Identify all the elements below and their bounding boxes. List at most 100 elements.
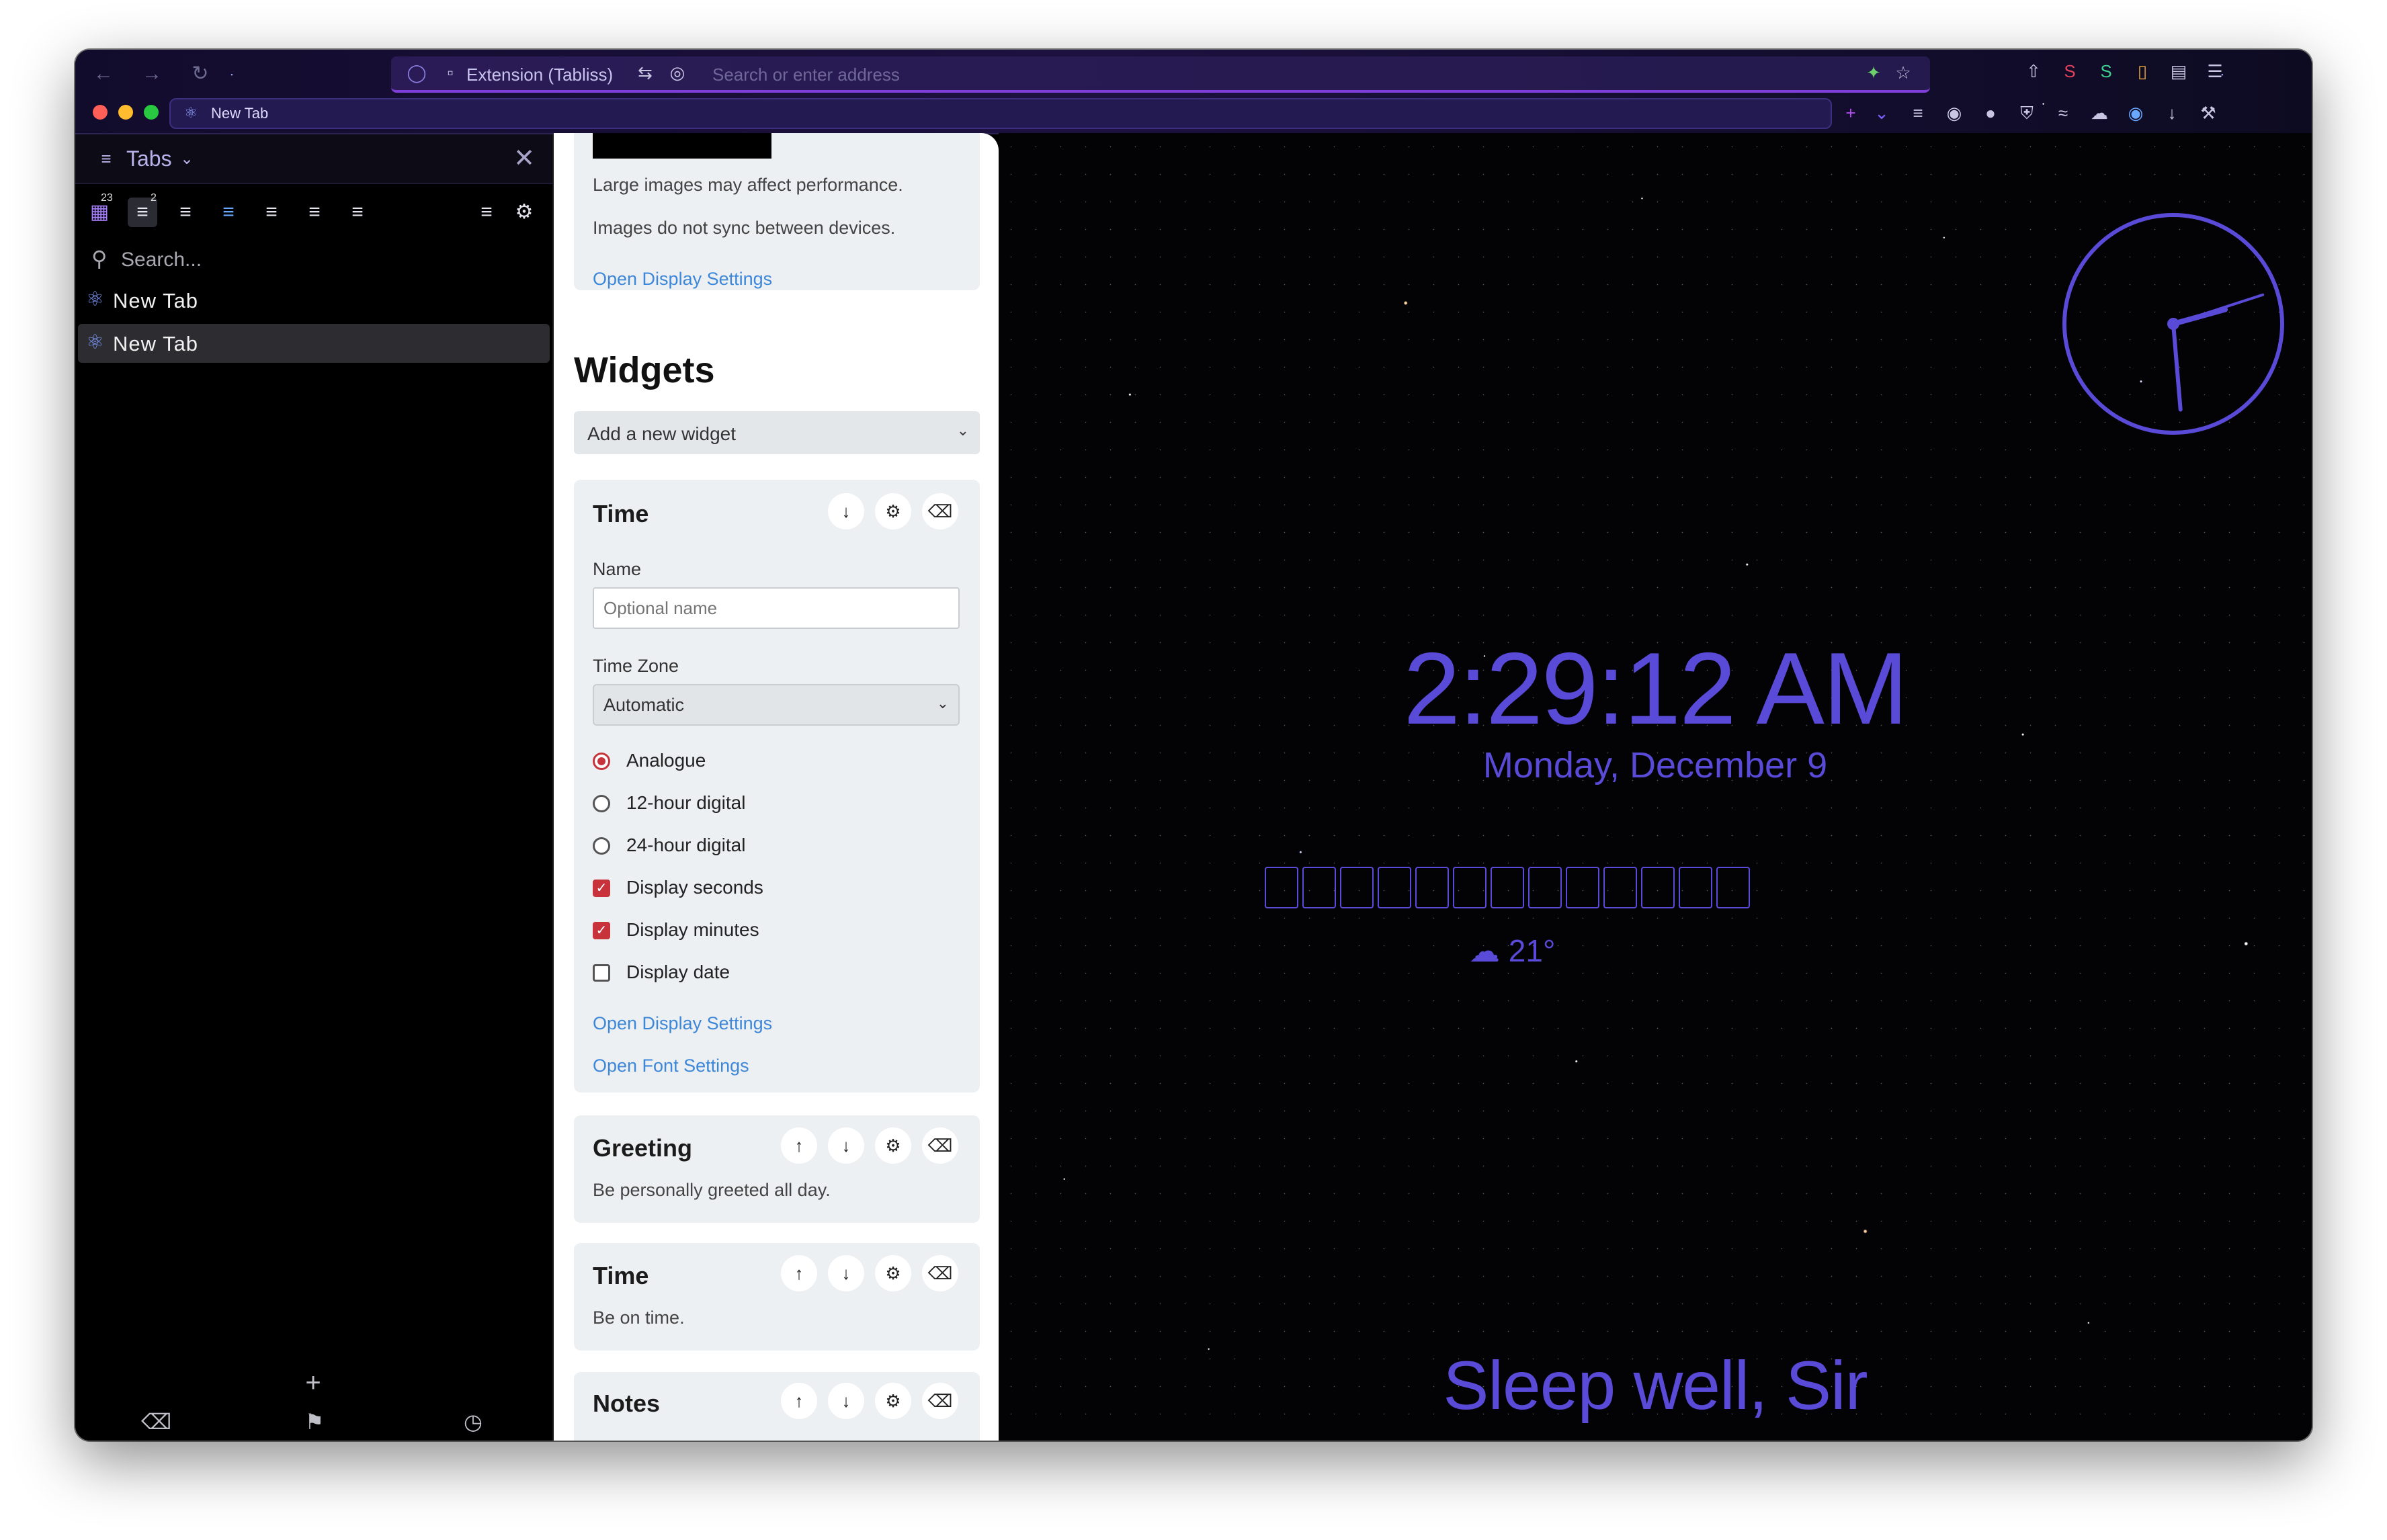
history-clock-icon[interactable]: ◷ [458, 1407, 488, 1437]
bar-chart-icon[interactable]: ▯ [2130, 59, 2154, 83]
clipboard-icon[interactable]: ▤ [2167, 59, 2191, 83]
new-tab-plus-icon[interactable]: + [1839, 101, 1863, 125]
time-zone-label: Time Zone [593, 656, 679, 676]
gear-icon[interactable]: ⚙ [875, 493, 911, 529]
move-up-arrow-icon[interactable]: ↑ [781, 1383, 817, 1419]
clock-center [2167, 318, 2179, 330]
option-label: Display minutes [626, 919, 759, 940]
tab-list-chevron-icon[interactable]: ⌄ [1870, 101, 1894, 125]
close-window-button[interactable] [93, 105, 108, 120]
checkmark-icon[interactable]: ✓ [593, 922, 610, 939]
tab-count-badge: 2 [151, 192, 157, 204]
add-tab-button[interactable]: + [298, 1368, 328, 1398]
browser-toolbar: ← → ↻ ◯ ▫ Extension (Tabliss) ⇆ ◎ Search… [75, 50, 2312, 134]
sidebar-tab[interactable]: ⚛ New Tab [78, 281, 550, 320]
name-label: Name [593, 559, 642, 579]
url-bar[interactable]: ◯ ▫ Extension (Tabliss) ⇆ ◎ Search or en… [391, 56, 1930, 93]
puzzle-icon[interactable]: ✦ [1861, 60, 1886, 85]
option-label: 12-hour digital [626, 792, 746, 813]
trash-icon[interactable]: ⌫ [922, 1127, 958, 1164]
tracking-icon[interactable]: ◎ [665, 60, 689, 85]
trash-icon[interactable]: ⌫ [922, 1255, 958, 1291]
playing-card [1603, 867, 1637, 908]
search-icon: ⚲ [91, 247, 108, 271]
greeting-widget-card: Greeting ↑ ↓ ⚙ ⌫ Be personally greeted a… [574, 1115, 980, 1223]
move-down-arrow-icon[interactable]: ↓ [828, 1383, 864, 1419]
tabliss-settings-panel: Large images may affect performance. Ima… [554, 133, 999, 1441]
open-display-settings-link[interactable]: Open Display Settings [593, 1013, 772, 1034]
option-label: 24-hour digital [626, 835, 746, 855]
circle-extension-icon[interactable]: ● [1978, 101, 2003, 125]
browser-window: ← → ↻ ◯ ▫ Extension (Tabliss) ⇆ ◎ Search… [75, 50, 2312, 1441]
url-extension-label: Extension (Tabliss) [466, 65, 614, 85]
move-down-arrow-icon[interactable]: ↓ [828, 1255, 864, 1291]
close-icon[interactable]: ✕ [508, 142, 540, 175]
sidebar-toggle-icon[interactable]: ≡ [1906, 101, 1930, 125]
ghost-extension-icon[interactable]: ◉ [2124, 101, 2148, 125]
zoom-window-button[interactable] [144, 105, 159, 120]
panel-5-icon[interactable]: ≡ [300, 198, 329, 227]
digital-time: 2:29:12 AM [1403, 632, 1909, 746]
playing-card [1641, 867, 1675, 908]
time-zone-select[interactable]: Automatic ⌄ [593, 684, 960, 726]
new-panel-icon[interactable]: ≡ [472, 198, 501, 227]
minimize-window-button[interactable] [118, 105, 133, 120]
chevron-down-icon[interactable]: ⌄ [180, 149, 194, 169]
url-placeholder[interactable]: Search or enter address [712, 65, 900, 85]
permissions-icon[interactable]: ⇆ [633, 60, 657, 85]
forward-arrow-icon[interactable]: → [138, 60, 165, 87]
reload-icon[interactable]: ↻ [187, 60, 214, 87]
sidebar-title[interactable]: Tabs [126, 146, 172, 171]
trash-icon[interactable]: ⌫ [141, 1407, 171, 1437]
move-up-arrow-icon[interactable]: ↑ [781, 1255, 817, 1291]
panel-4-icon[interactable]: ≡ [257, 198, 286, 227]
name-input[interactable] [593, 587, 960, 629]
radio-button[interactable] [593, 837, 610, 855]
panel-3-icon[interactable]: ≡ [214, 198, 243, 227]
active-tab-label[interactable]: New Tab [211, 105, 268, 122]
gear-icon[interactable]: ⚙ [875, 1127, 911, 1164]
playing-card [1566, 867, 1599, 908]
option-label: Analogue [626, 750, 706, 771]
radio-button[interactable] [593, 753, 610, 770]
open-display-settings-link[interactable]: Open Display Settings [593, 269, 772, 290]
trash-icon[interactable]: ⌫ [922, 493, 958, 529]
tab-strip[interactable]: ⚛ New Tab [169, 98, 1832, 129]
s-green-extension-icon[interactable]: S [2094, 59, 2118, 83]
gear-icon[interactable]: ⚙ [875, 1383, 911, 1419]
s-extension-icon[interactable]: S [2058, 59, 2082, 83]
panel-6-icon[interactable]: ≡ [343, 198, 372, 227]
wrench-icon[interactable]: ⚒ [2196, 101, 2220, 125]
trash-icon[interactable]: ⌫ [922, 1383, 958, 1419]
checkmark-icon[interactable]: ✓ [593, 880, 610, 897]
wave-extension-icon[interactable]: ≈ [2051, 101, 2075, 125]
cloud-extension-icon[interactable]: ☁ [2087, 101, 2111, 125]
sidebar-tab-active[interactable]: ⚛ New Tab [78, 324, 550, 363]
shield-icon[interactable]: ◯ [405, 60, 429, 85]
share-icon[interactable]: ⇧ [2021, 59, 2046, 83]
checkbox-empty[interactable] [593, 964, 610, 982]
radio-button[interactable] [593, 795, 610, 812]
menu-icon[interactable]: ☰ [2203, 59, 2227, 83]
bookmark-star-icon[interactable]: ☆ [1891, 60, 1915, 85]
move-down-arrow-icon[interactable]: ↓ [828, 493, 864, 529]
sidebar-search[interactable]: ⚲ Search... [85, 243, 542, 277]
panel-2-icon[interactable]: ≡ [171, 198, 200, 227]
playing-card [1302, 867, 1336, 908]
add-widget-select[interactable]: Add a new widget ⌄ [574, 411, 980, 454]
playing-card [1679, 867, 1712, 908]
move-up-arrow-icon[interactable]: ↑ [781, 1127, 817, 1164]
mask-extension-icon[interactable]: ◉ [1942, 101, 1966, 125]
ublock-shield-icon[interactable]: ⛨ [2015, 101, 2039, 125]
move-down-arrow-icon[interactable]: ↓ [828, 1127, 864, 1164]
back-arrow-icon[interactable]: ← [90, 60, 117, 87]
bookmark-icon[interactable]: ⚑ [300, 1407, 329, 1437]
gear-icon[interactable]: ⚙ [509, 198, 539, 227]
download-icon[interactable]: ↓ [2160, 101, 2184, 125]
playing-card [1265, 867, 1298, 908]
open-font-settings-link[interactable]: Open Font Settings [593, 1056, 749, 1076]
gear-icon[interactable]: ⚙ [875, 1255, 911, 1291]
notes-widget-card: Notes ↑ ↓ ⚙ ⌫ [574, 1372, 980, 1441]
playing-card [1716, 867, 1750, 908]
search-input[interactable]: Search... [121, 249, 202, 271]
